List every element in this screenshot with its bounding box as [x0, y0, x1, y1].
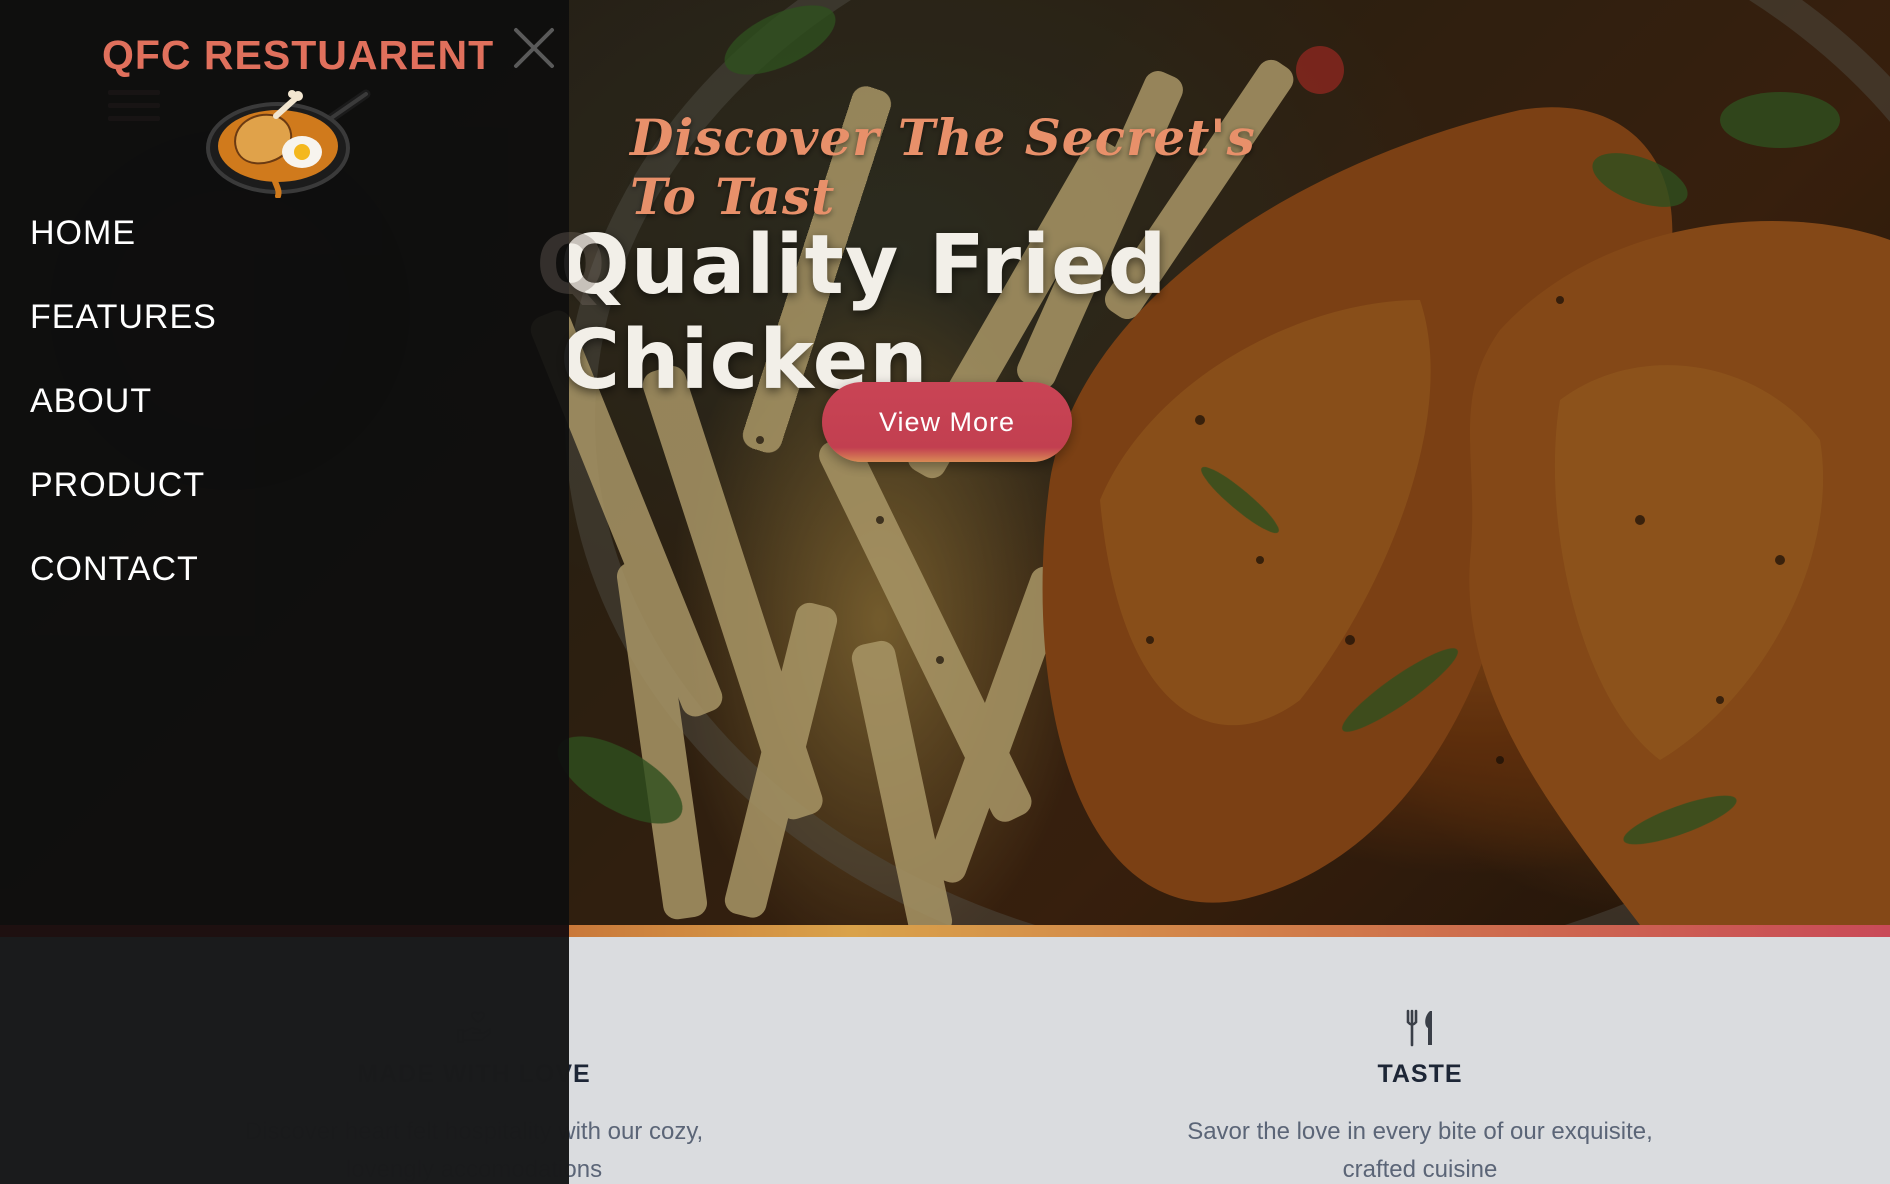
feature-description: Savor the love in every bite of our exqu…	[1187, 1118, 1653, 1183]
nav-drawer: Q QFC RESTUARENT HOME FEATURES ABOUT PRO…	[0, 0, 606, 1184]
view-more-button[interactable]: View More	[822, 382, 1072, 462]
nav-item-product[interactable]: PRODUCT	[30, 466, 217, 550]
feature-title: TASTE	[1377, 1060, 1463, 1088]
feature-card: TASTE Savor the love in every bite of ou…	[1140, 937, 1700, 1184]
nav-item-contact[interactable]: CONTACT	[30, 550, 217, 634]
close-menu-button[interactable]	[510, 24, 558, 72]
hero-headline: Quality Fried Chicken	[560, 218, 1168, 408]
nav-item-features[interactable]: FEATURES	[30, 298, 217, 382]
hero-tagline: Discover The Secret's To Tast	[630, 108, 1256, 226]
brand-name[interactable]: QFC RESTUARENT	[102, 32, 494, 79]
nav-item-home[interactable]: HOME	[30, 214, 217, 298]
close-icon	[514, 28, 554, 68]
fork-knife-icon	[1406, 1009, 1432, 1047]
nav-item-about[interactable]: ABOUT	[30, 382, 217, 466]
menu-icon	[108, 90, 160, 126]
logo-icon[interactable]	[196, 86, 372, 198]
nav-menu: HOME FEATURES ABOUT PRODUCT CONTACT	[30, 214, 217, 634]
